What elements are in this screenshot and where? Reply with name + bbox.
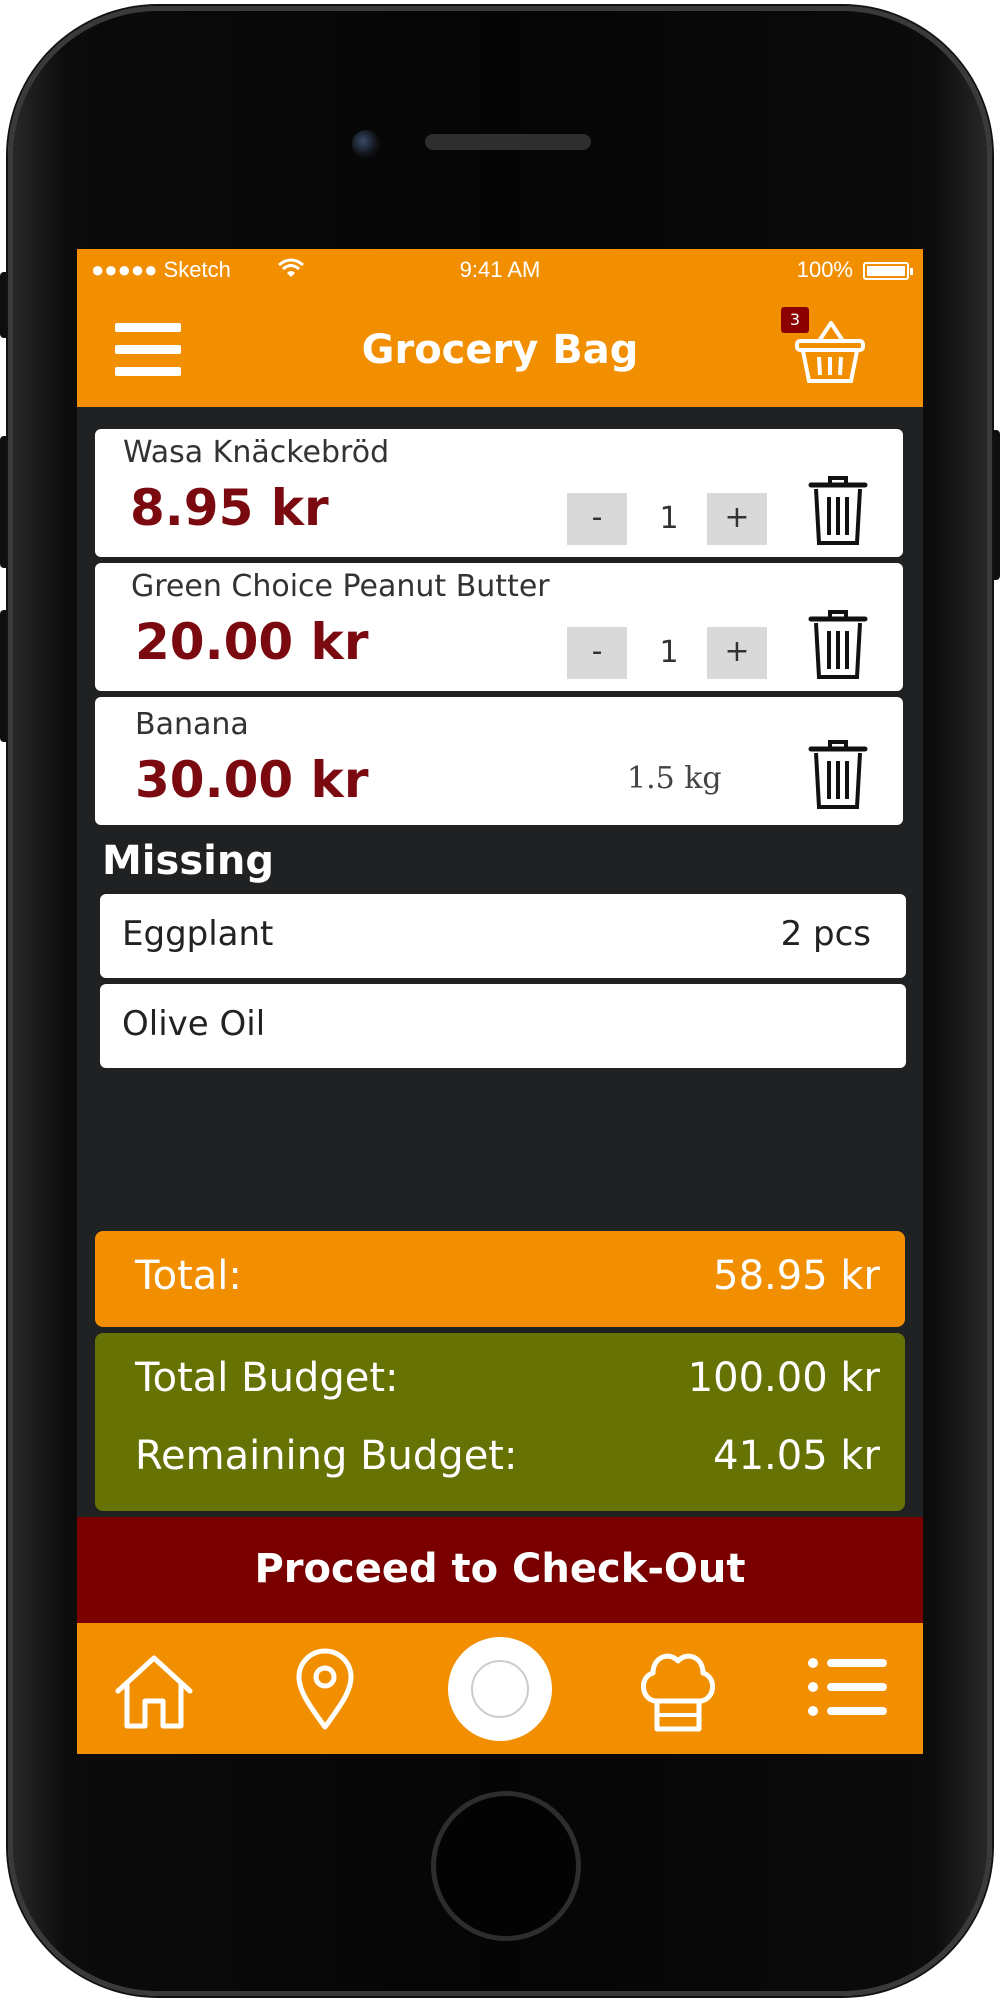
cart-item: Green Choice Peanut Butter 20.00 kr - 1 … bbox=[95, 563, 903, 691]
battery-icon bbox=[863, 262, 913, 280]
missing-section-title: Missing bbox=[102, 838, 274, 884]
item-name: Green Choice Peanut Butter bbox=[131, 569, 550, 604]
increase-qty-button[interactable]: + bbox=[707, 493, 767, 545]
item-weight: 1.5 kg bbox=[627, 761, 722, 796]
total-value: 58.95 kr bbox=[713, 1253, 880, 1299]
item-qty: 1 bbox=[659, 635, 679, 670]
remaining-budget-label: Remaining Budget: bbox=[135, 1433, 518, 1479]
plate-icon[interactable] bbox=[448, 1637, 552, 1741]
home-button[interactable] bbox=[431, 1791, 581, 1941]
status-bar: ●●●●● Sketch 9:41 AM 100% bbox=[77, 249, 923, 289]
decrease-qty-button[interactable]: - bbox=[567, 493, 627, 545]
home-icon[interactable] bbox=[113, 1653, 195, 1731]
total-budget-value: 100.00 kr bbox=[687, 1355, 880, 1401]
total-summary: Total: 58.95 kr bbox=[95, 1231, 905, 1327]
cart-button[interactable]: 3 bbox=[781, 307, 869, 391]
missing-item[interactable]: Olive Oil bbox=[100, 984, 906, 1068]
trash-icon[interactable] bbox=[808, 475, 868, 547]
chef-hat-icon[interactable] bbox=[637, 1647, 719, 1735]
missing-item-qty: 2 pcs bbox=[780, 914, 871, 954]
trash-icon[interactable] bbox=[808, 609, 868, 681]
total-budget-label: Total Budget: bbox=[135, 1355, 399, 1401]
app-header: Grocery Bag 3 bbox=[77, 289, 923, 407]
front-camera bbox=[352, 130, 380, 158]
cart-item: Wasa Knäckebröd 8.95 kr - 1 + bbox=[95, 429, 903, 557]
missing-item[interactable]: Eggplant 2 pcs bbox=[100, 894, 906, 978]
remaining-budget-value: 41.05 kr bbox=[713, 1433, 880, 1479]
item-price: 8.95 kr bbox=[130, 479, 329, 537]
missing-item-name: Olive Oil bbox=[122, 1004, 266, 1044]
earpiece-speaker bbox=[425, 134, 591, 150]
missing-item-name: Eggplant bbox=[122, 914, 274, 954]
battery-percent: 100% bbox=[796, 257, 853, 282]
decrease-qty-button[interactable]: - bbox=[567, 627, 627, 679]
total-label: Total: bbox=[135, 1253, 242, 1299]
item-name: Banana bbox=[135, 707, 249, 742]
cart-item: Banana 30.00 kr 1.5 kg bbox=[95, 697, 903, 825]
bottom-tab-bar bbox=[77, 1623, 923, 1754]
trash-icon[interactable] bbox=[808, 739, 868, 811]
item-qty: 1 bbox=[659, 501, 679, 536]
budget-summary: Total Budget: 100.00 kr Remaining Budget… bbox=[95, 1333, 905, 1511]
increase-qty-button[interactable]: + bbox=[707, 627, 767, 679]
location-pin-icon[interactable] bbox=[295, 1647, 355, 1731]
item-price: 30.00 kr bbox=[135, 751, 369, 809]
item-name: Wasa Knäckebröd bbox=[123, 435, 390, 470]
app-screen: ●●●●● Sketch 9:41 AM 100% Grocery Bag 3 bbox=[77, 249, 923, 1754]
cart-count-badge: 3 bbox=[781, 307, 809, 333]
checkout-button[interactable]: Proceed to Check-Out bbox=[77, 1517, 923, 1623]
list-icon[interactable] bbox=[807, 1655, 889, 1719]
item-price: 20.00 kr bbox=[135, 613, 369, 671]
